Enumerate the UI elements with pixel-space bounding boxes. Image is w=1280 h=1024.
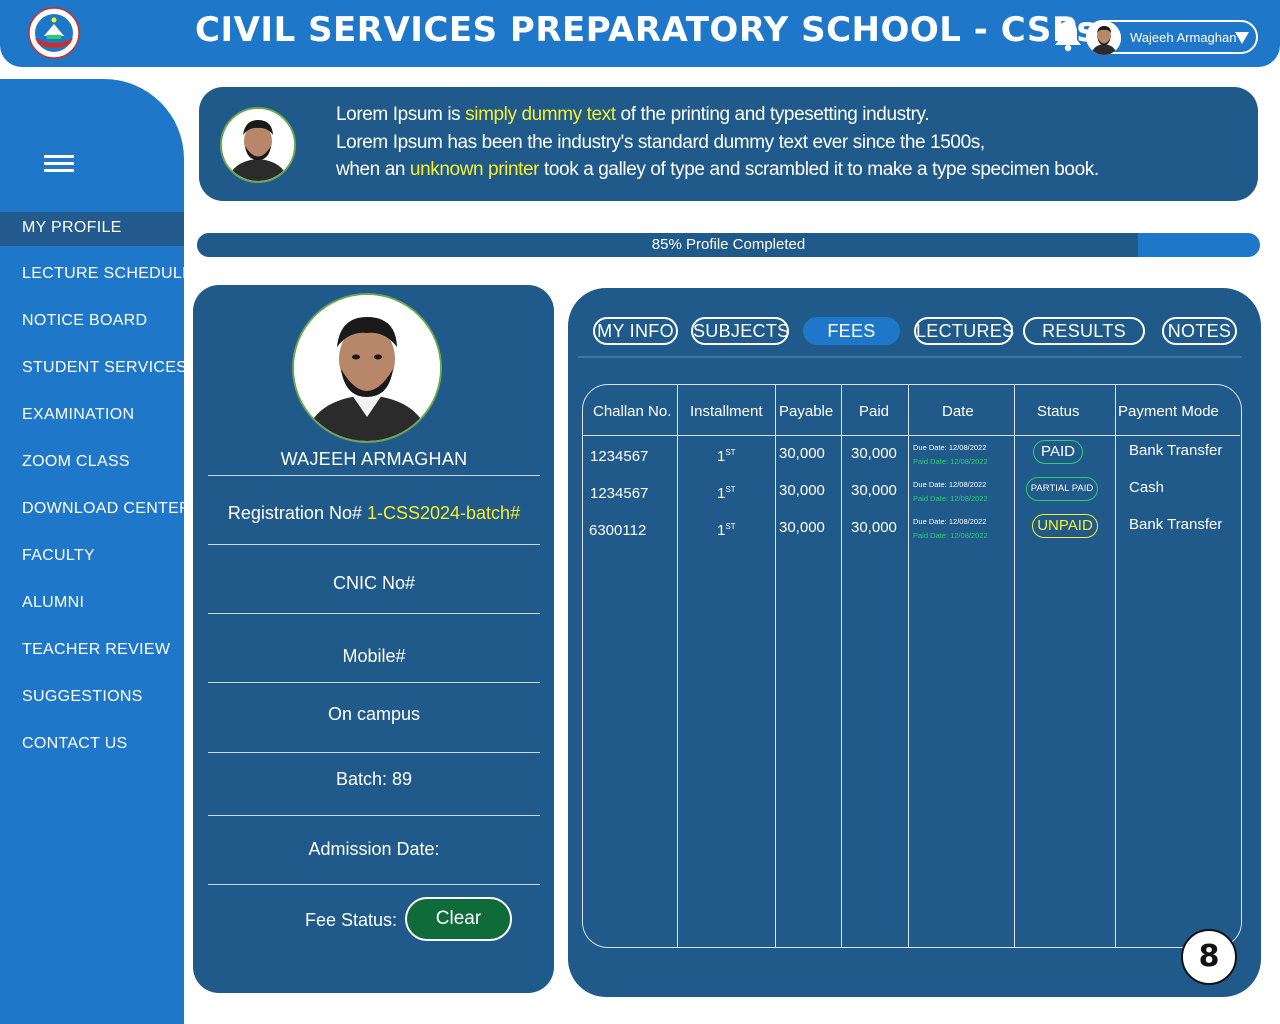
- column-header: Paid: [859, 403, 890, 420]
- divider: [208, 475, 540, 476]
- divider: [208, 682, 540, 683]
- bell-icon[interactable]: [1053, 18, 1083, 52]
- sidebar-item-zoom-class[interactable]: ZOOM CLASS: [0, 446, 184, 493]
- school-crest-icon[interactable]: [26, 6, 82, 60]
- table-row-challan: 6300112: [589, 522, 647, 539]
- column-header: Date: [942, 403, 974, 420]
- column-header: Payment Mode: [1118, 403, 1219, 420]
- table-row-challan: 1234567: [590, 448, 649, 465]
- table-row-payable: 30,000: [779, 482, 825, 499]
- fees-table: Challan No. Installment Payable Paid Dat…: [582, 384, 1242, 948]
- table-row-paid: 30,000: [851, 482, 897, 499]
- sidebar-item-notice-board[interactable]: NOTICE BOARD: [0, 305, 184, 352]
- divider: [208, 544, 540, 545]
- caret-down-icon[interactable]: [1234, 31, 1250, 45]
- sidebar-menu: MY PROFILE LECTURE SCHEDULE NOTICE BOARD…: [0, 212, 193, 775]
- campus-mode-field: On campus: [327, 704, 421, 724]
- table-row-installment: 1ST: [717, 485, 736, 502]
- table-row-installment: 1ST: [717, 522, 736, 539]
- column-divider: [1115, 385, 1116, 947]
- table-row-paid-date: Paid Date: 12/08/2022: [913, 457, 988, 466]
- column-divider: [908, 385, 909, 947]
- app-title: CIVIL SERVICES PREPARATORY SCHOOL - CSPs: [195, 10, 1098, 50]
- student-detail-panel: MY INFO SUBJECTS FEES LECTURES RESULTS N…: [568, 288, 1261, 997]
- sidebar-item-download-center[interactable]: DOWNLOAD CENTER: [0, 493, 191, 540]
- profile-name: WAJEEH ARMAGHAN: [280, 449, 468, 469]
- status-badge-partial-paid: PARTIAL PAID: [1026, 477, 1098, 501]
- avatar: [1087, 21, 1121, 55]
- divider: [208, 613, 540, 614]
- table-row-installment: 1ST: [717, 448, 736, 465]
- header-divider: [583, 435, 1240, 436]
- tab-lectures[interactable]: LECTURES: [914, 317, 1014, 345]
- page-number-badge: 8: [1181, 929, 1237, 985]
- table-row-due-date: Due Date: 12/08/2022: [913, 517, 987, 526]
- sidebar-item-teacher-review[interactable]: TEACHER REVIEW: [0, 634, 184, 681]
- profile-progress-bar: 85% Profile Completed: [197, 233, 1260, 257]
- table-row-due-date: Due Date: 12/08/2022: [913, 480, 987, 489]
- divider: [208, 752, 540, 753]
- divider: [208, 815, 540, 816]
- column-divider: [841, 385, 842, 947]
- column-divider: [775, 385, 776, 947]
- user-menu-button[interactable]: Wajeeh Armaghan: [1086, 20, 1258, 55]
- hamburger-icon[interactable]: [44, 155, 74, 173]
- user-name: Wajeeh Armaghan: [1130, 30, 1237, 45]
- sidebar-item-alumni[interactable]: ALUMNI: [0, 587, 184, 634]
- status-badge-paid: PAID: [1033, 440, 1083, 464]
- profile-card: WAJEEH ARMAGHAN Registration No# 1-CSS20…: [193, 285, 554, 993]
- tab-notes[interactable]: NOTES: [1162, 317, 1237, 345]
- sidebar-item-my-profile[interactable]: MY PROFILE: [0, 212, 184, 246]
- table-row-due-date: Due Date: 12/08/2022: [913, 443, 987, 452]
- table-row-challan: 1234567: [590, 485, 649, 502]
- tab-fees[interactable]: FEES: [803, 317, 900, 345]
- table-row-paid-date: Paid Date: 12/08/2022: [913, 494, 988, 503]
- tab-my-info[interactable]: MY INFO: [593, 317, 678, 345]
- table-row-paid-date: Paid Date: 12/08/2022: [913, 531, 988, 540]
- table-row-payable: 30,000: [779, 519, 825, 536]
- batch-field: Batch: 89: [335, 769, 413, 789]
- welcome-banner: Lorem Ipsum is simply dummy text of the …: [199, 87, 1258, 201]
- sidebar-item-contact-us[interactable]: CONTACT US: [0, 728, 184, 775]
- fee-status-clear-button[interactable]: Clear: [405, 897, 512, 941]
- column-header: Payable: [779, 403, 834, 420]
- sidebar-item-faculty[interactable]: FACULTY: [0, 540, 184, 587]
- tab-subjects[interactable]: SUBJECTS: [691, 317, 789, 345]
- registration-field: Registration No# 1-CSS2024-batch#: [227, 503, 521, 523]
- table-row-payment-mode: Bank Transfer: [1129, 442, 1223, 459]
- fee-status-label: Fee Status:: [305, 910, 398, 930]
- table-row-payable: 30,000: [779, 445, 825, 462]
- profile-photo: [292, 293, 442, 443]
- tab-results[interactable]: RESULTS: [1023, 317, 1145, 345]
- mobile-field: Mobile#: [342, 646, 406, 666]
- progress-label: 85% Profile Completed: [651, 236, 806, 253]
- column-divider: [1014, 385, 1015, 947]
- status-badge-unpaid: UNPAID: [1032, 514, 1098, 538]
- divider: [208, 884, 540, 885]
- table-row-payment-mode: Cash: [1129, 479, 1165, 496]
- table-row-paid: 30,000: [851, 445, 897, 462]
- sidebar-item-examination[interactable]: EXAMINATION: [0, 399, 184, 446]
- banner-avatar: [220, 107, 296, 183]
- table-row-paid: 30,000: [851, 519, 897, 536]
- sidebar-item-lecture-schedule[interactable]: LECTURE SCHEDULE: [0, 258, 193, 305]
- sidebar-item-student-services[interactable]: STUDENT SERVICES: [0, 352, 187, 399]
- sidebar: MY PROFILE LECTURE SCHEDULE NOTICE BOARD…: [0, 79, 193, 1024]
- cnic-field: CNIC No#: [332, 573, 416, 593]
- banner-text: Lorem Ipsum is simply dummy text of the …: [336, 104, 1099, 180]
- admission-date-field: Admission Date:: [308, 839, 440, 859]
- top-header: CIVIL SERVICES PREPARATORY SCHOOL - CSPs…: [0, 0, 1280, 67]
- column-divider: [677, 385, 678, 947]
- tab-divider: [578, 356, 1242, 358]
- table-row-payment-mode: Bank Transfer: [1129, 516, 1223, 533]
- column-header: Installment: [690, 403, 763, 420]
- sidebar-item-suggestions[interactable]: SUGGESTIONS: [0, 681, 184, 728]
- column-header: Challan No.: [593, 403, 672, 420]
- column-header: Status: [1037, 403, 1080, 420]
